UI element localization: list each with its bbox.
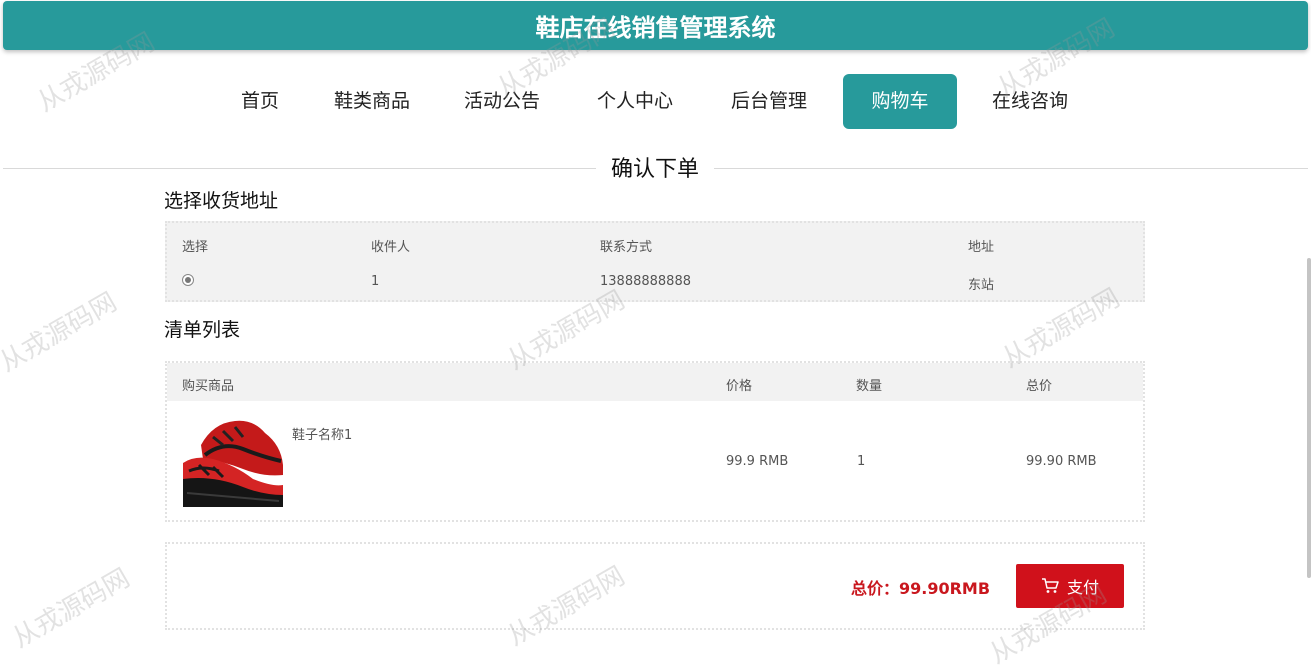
nav-item-admin[interactable]: 后台管理: [719, 74, 819, 129]
nav-item-profile[interactable]: 个人中心: [585, 74, 685, 129]
address-text: 东站: [968, 278, 995, 293]
cart-icon: [1041, 578, 1059, 593]
address-header-select: 选择: [182, 240, 209, 255]
address-phone: 13888888888: [600, 274, 691, 289]
watermark: 从戎源码网: [0, 287, 123, 379]
address-table: 选择 收件人 联系方式 地址 1 13888888888 东站: [165, 221, 1145, 302]
red-sneaker-image[interactable]: [183, 415, 285, 507]
pay-button[interactable]: 支付: [1016, 564, 1124, 608]
item-price: 99.9 RMB: [726, 454, 789, 469]
items-table-header: 购买商品 价格 数量 总价: [167, 363, 1143, 401]
items-header-price: 价格: [726, 379, 753, 394]
item-quantity: 1: [857, 454, 866, 469]
address-radio[interactable]: [182, 274, 194, 286]
app-header: 鞋店在线销售管理系统: [3, 1, 1308, 50]
address-header-recipient: 收件人: [371, 240, 411, 255]
address-section-title: 选择收货地址: [164, 190, 279, 212]
items-header-product: 购买商品: [182, 379, 235, 394]
item-subtotal: 99.90 RMB: [1026, 454, 1097, 469]
nav-item-home[interactable]: 首页: [220, 74, 300, 129]
page-title: 确认下单: [596, 152, 714, 188]
items-table: 购买商品 价格 数量 总价 鞋子名称1 99.9 RMB 1 99.90 RMB: [165, 361, 1145, 522]
order-total: 总价：99.90RMB: [851, 579, 991, 598]
item-name[interactable]: 鞋子名称1: [292, 424, 352, 443]
pay-button-label: 支付: [1066, 578, 1099, 597]
address-header-address: 地址: [968, 240, 995, 255]
app-title: 鞋店在线销售管理系统: [535, 14, 776, 42]
address-recipient: 1: [371, 274, 380, 289]
main-nav: 首页 鞋类商品 活动公告 个人中心 后台管理 购物车 在线咨询: [0, 74, 1311, 129]
items-section-title: 清单列表: [164, 319, 241, 341]
nav-item-consult[interactable]: 在线咨询: [980, 74, 1080, 129]
page-scrollbar[interactable]: [1307, 258, 1311, 578]
items-header-quantity: 数量: [856, 379, 883, 394]
items-header-total: 总价: [1026, 379, 1053, 394]
address-header-phone: 联系方式: [600, 240, 653, 255]
nav-item-cart[interactable]: 购物车: [843, 74, 957, 129]
order-summary: 总价：99.90RMB 支付: [165, 542, 1145, 630]
nav-item-announcements[interactable]: 活动公告: [452, 74, 552, 129]
nav-item-shoes[interactable]: 鞋类商品: [322, 74, 422, 129]
watermark: 从戎源码网: [7, 563, 136, 655]
